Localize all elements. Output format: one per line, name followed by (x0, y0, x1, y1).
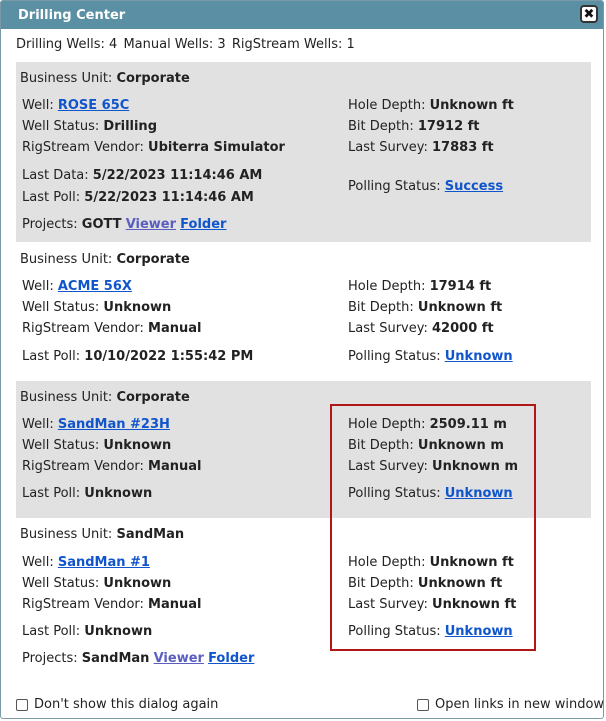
hole-depth-value: Unknown ft (429, 98, 514, 113)
highlight-box (330, 404, 536, 651)
project-name: SandMan (81, 651, 150, 666)
open-links-checkbox[interactable]: Open links in new window (417, 697, 604, 712)
well-link[interactable]: ROSE 65C (58, 98, 129, 113)
last-poll-value: Unknown (84, 624, 153, 639)
hole-depth-value: 17914 ft (429, 279, 492, 294)
vendor-value: Manual (148, 597, 202, 612)
vendor-value: Ubiterra Simulator (148, 140, 285, 155)
well-row: Well: ROSE 65C (22, 98, 130, 113)
bit-depth-value: Unknown ft (417, 300, 503, 315)
last-poll-row: Last Poll: Unknown (22, 624, 153, 639)
vendor-value: Manual (148, 321, 202, 336)
well-link[interactable]: ACME 56X (58, 279, 132, 294)
last-survey-row: Last Survey: 42000 ft (348, 321, 494, 336)
checkbox-icon[interactable] (417, 698, 429, 711)
business-unit-value: SandMan (116, 527, 185, 542)
hole-depth-row: Hole Depth: Unknown ft (348, 98, 514, 113)
vendor-value: Manual (148, 459, 202, 474)
last-poll-value: Unknown (84, 486, 153, 501)
business-unit-row: Business Unit: Corporate (20, 252, 190, 267)
viewer-link[interactable]: Viewer (126, 217, 176, 232)
last-survey-row: Last Survey: 17883 ft (348, 140, 494, 155)
close-icon[interactable]: ✖ (580, 5, 598, 23)
business-unit-value: Corporate (116, 390, 190, 405)
dont-show-checkbox[interactable]: Don't show this dialog again (16, 697, 218, 712)
bit-depth-value: 17912 ft (417, 119, 480, 134)
well-link[interactable]: SandMan #23H (58, 417, 170, 432)
dont-show-label: Don't show this dialog again (34, 697, 219, 712)
hole-depth-row: Hole Depth: 17914 ft (348, 279, 492, 294)
well-link[interactable]: SandMan #1 (58, 555, 150, 570)
project-name: GOTT (81, 217, 122, 232)
well-card-acme-56x: Business Unit: Corporate Well: ACME 56X … (16, 242, 591, 381)
well-status-value: Unknown (103, 576, 172, 591)
viewer-link[interactable]: Viewer (154, 651, 204, 666)
last-survey-value: 42000 ft (432, 321, 494, 336)
folder-link[interactable]: Folder (208, 651, 254, 666)
well-row: Well: SandMan #1 (22, 555, 150, 570)
polling-status-link[interactable]: Success (445, 179, 503, 194)
last-poll-row: Last Poll: 5/22/2023 11:14:46 AM (22, 190, 254, 205)
bit-depth-row: Bit Depth: Unknown ft (348, 300, 503, 315)
manual-wells-count: Manual Wells: 3 (123, 37, 226, 52)
last-poll-value: 5/22/2023 11:14:46 AM (84, 190, 254, 205)
last-poll-row: Last Poll: Unknown (22, 486, 153, 501)
last-data-value: 5/22/2023 11:14:46 AM (92, 168, 263, 183)
well-status-row: Well Status: Unknown (22, 576, 172, 591)
drilling-center-dialog: Drilling Center ✖ Drilling Wells: 4 Manu… (0, 0, 604, 719)
business-unit-value: Corporate (116, 71, 190, 86)
rigstream-wells-count: RigStream Wells: 1 (231, 37, 355, 52)
last-survey-value: 17883 ft (432, 140, 494, 155)
dialog-titlebar: Drilling Center (1, 1, 603, 29)
well-row: Well: SandMan #23H (22, 417, 170, 432)
business-unit-row: Business Unit: Corporate (20, 71, 190, 86)
projects-row: Projects: GOTT Viewer Folder (22, 217, 227, 232)
well-counts: Drilling Wells: 4 Manual Wells: 3 RigStr… (16, 37, 357, 52)
last-data-row: Last Data: 5/22/2023 11:14:46 AM (22, 168, 263, 183)
dialog-title: Drilling Center (18, 8, 126, 23)
dialog-footer: Don't show this dialog again Open links … (16, 697, 603, 713)
vendor-row: RigStream Vendor: Manual (22, 597, 202, 612)
polling-status-row: Polling Status: Success (348, 179, 504, 194)
drilling-wells-count: Drilling Wells: 4 (16, 37, 118, 52)
well-status-value: Drilling (103, 119, 157, 134)
last-poll-row: Last Poll: 10/10/2022 1:55:42 PM (22, 349, 254, 364)
bit-depth-row: Bit Depth: 17912 ft (348, 119, 480, 134)
business-unit-value: Corporate (116, 252, 190, 267)
well-status-value: Unknown (103, 438, 172, 453)
well-status-value: Unknown (103, 300, 172, 315)
checkbox-icon[interactable] (16, 698, 28, 711)
well-status-row: Well Status: Unknown (22, 300, 172, 315)
last-poll-value: 10/10/2022 1:55:42 PM (84, 349, 254, 364)
vendor-row: RigStream Vendor: Manual (22, 321, 202, 336)
projects-row: Projects: SandMan Viewer Folder (22, 651, 255, 666)
well-card-rose-65c: Business Unit: Corporate Well: ROSE 65C … (16, 62, 591, 242)
folder-link[interactable]: Folder (180, 217, 226, 232)
business-unit-row: Business Unit: Corporate (20, 390, 190, 405)
well-row: Well: ACME 56X (22, 279, 132, 294)
vendor-row: RigStream Vendor: Manual (22, 459, 202, 474)
well-status-row: Well Status: Drilling (22, 119, 157, 134)
polling-status-row: Polling Status: Unknown (348, 349, 513, 364)
vendor-row: RigStream Vendor: Ubiterra Simulator (22, 140, 285, 155)
open-links-label: Open links in new window (435, 697, 604, 712)
polling-status-link[interactable]: Unknown (445, 349, 513, 364)
well-status-row: Well Status: Unknown (22, 438, 172, 453)
business-unit-row: Business Unit: SandMan (20, 527, 185, 542)
